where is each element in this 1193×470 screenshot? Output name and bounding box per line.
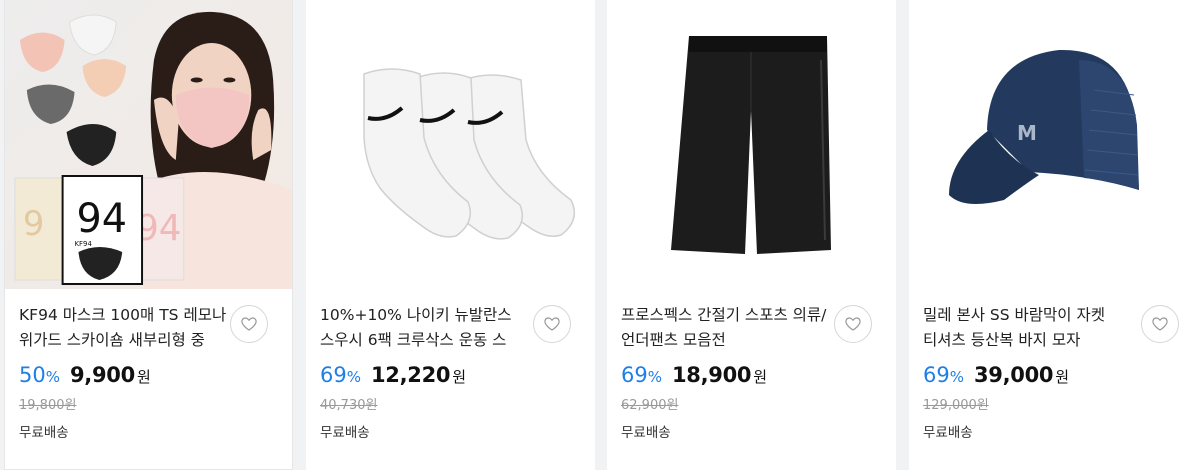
- price-row: 50 % 9,900 원: [19, 363, 151, 387]
- product-image[interactable]: M: [909, 0, 1193, 289]
- discount-rate: 69: [320, 363, 347, 387]
- currency: 원: [1055, 368, 1070, 386]
- product-image[interactable]: [607, 0, 896, 289]
- product-title[interactable]: KF94 마스크 100매 TS 레모나 위가드 스카이숌 새부리형 중: [19, 303, 234, 353]
- sale-price: 9,900: [70, 363, 135, 387]
- product-info: 10%+10% 나이키 뉴발란스 스우시 6팩 크루삭스 운동 스 69 % 1…: [306, 289, 595, 470]
- discount-unit: %: [45, 368, 60, 386]
- original-price: 19,800원: [19, 398, 77, 413]
- original-price: 129,000원: [923, 398, 989, 413]
- heart-outline-icon: [845, 317, 861, 331]
- sale-price: 18,900: [672, 363, 752, 387]
- currency: 원: [753, 368, 768, 386]
- product-image[interactable]: 9 94 94 KF94: [5, 0, 292, 289]
- svg-text:9: 9: [23, 204, 44, 243]
- product-title[interactable]: 밀레 본사 SS 바람막이 자켓 티셔츠 등산복 바지 모자: [923, 303, 1138, 353]
- wishlist-button[interactable]: [1141, 305, 1179, 343]
- shipping-badge: 무료배송: [19, 425, 69, 441]
- heart-outline-icon: [241, 317, 257, 331]
- product-card[interactable]: 프로스펙스 간절기 스포츠 의류/언더팬츠 모음전 69 % 18,900 원 …: [607, 0, 896, 470]
- original-price: 62,900원: [621, 398, 679, 413]
- currency: 원: [136, 368, 151, 386]
- currency: 원: [452, 368, 467, 386]
- shipping-badge: 무료배송: [320, 425, 370, 441]
- heart-outline-icon: [1152, 317, 1168, 331]
- price-row: 69 % 39,000 원: [923, 363, 1069, 387]
- box-front-number: 94: [77, 196, 128, 242]
- original-price: 40,730원: [320, 398, 378, 413]
- product-grid: 9 94 94 KF94 KF94 마스크 100매 TS 레모나 위가드 스카…: [0, 0, 1193, 470]
- product-card[interactable]: M 밀레 본사 SS 바람막이 자켓 티셔츠 등산복 바지 모자 69 % 39…: [909, 0, 1193, 470]
- price-row: 69 % 12,220 원: [320, 363, 466, 387]
- product-info: KF94 마스크 100매 TS 레모나 위가드 스카이숌 새부리형 중 50 …: [5, 289, 292, 470]
- discount-unit: %: [346, 368, 361, 386]
- sale-price: 39,000: [974, 363, 1054, 387]
- discount-unit: %: [647, 368, 662, 386]
- shipping-badge: 무료배송: [621, 425, 671, 441]
- discount-rate: 69: [621, 363, 648, 387]
- product-title[interactable]: 프로스펙스 간절기 스포츠 의류/언더팬츠 모음전: [621, 303, 836, 353]
- product-info: 밀레 본사 SS 바람막이 자켓 티셔츠 등산복 바지 모자 69 % 39,0…: [909, 289, 1193, 470]
- wishlist-button[interactable]: [230, 305, 268, 343]
- box-label: KF94: [75, 240, 93, 248]
- product-card[interactable]: 9 94 94 KF94 KF94 마스크 100매 TS 레모나 위가드 스카…: [4, 0, 293, 470]
- svg-text:M: M: [1017, 121, 1037, 145]
- heart-outline-icon: [544, 317, 560, 331]
- wishlist-button[interactable]: [834, 305, 872, 343]
- shipping-badge: 무료배송: [923, 425, 973, 441]
- price-row: 69 % 18,900 원: [621, 363, 767, 387]
- discount-rate: 50: [19, 363, 46, 387]
- discount-unit: %: [949, 368, 964, 386]
- product-info: 프로스펙스 간절기 스포츠 의류/언더팬츠 모음전 69 % 18,900 원 …: [607, 289, 896, 470]
- wishlist-button[interactable]: [533, 305, 571, 343]
- product-image[interactable]: [306, 0, 595, 289]
- sale-price: 12,220: [371, 363, 451, 387]
- discount-rate: 69: [923, 363, 950, 387]
- product-card[interactable]: 10%+10% 나이키 뉴발란스 스우시 6팩 크루삭스 운동 스 69 % 1…: [306, 0, 595, 470]
- product-title[interactable]: 10%+10% 나이키 뉴발란스 스우시 6팩 크루삭스 운동 스: [320, 303, 535, 353]
